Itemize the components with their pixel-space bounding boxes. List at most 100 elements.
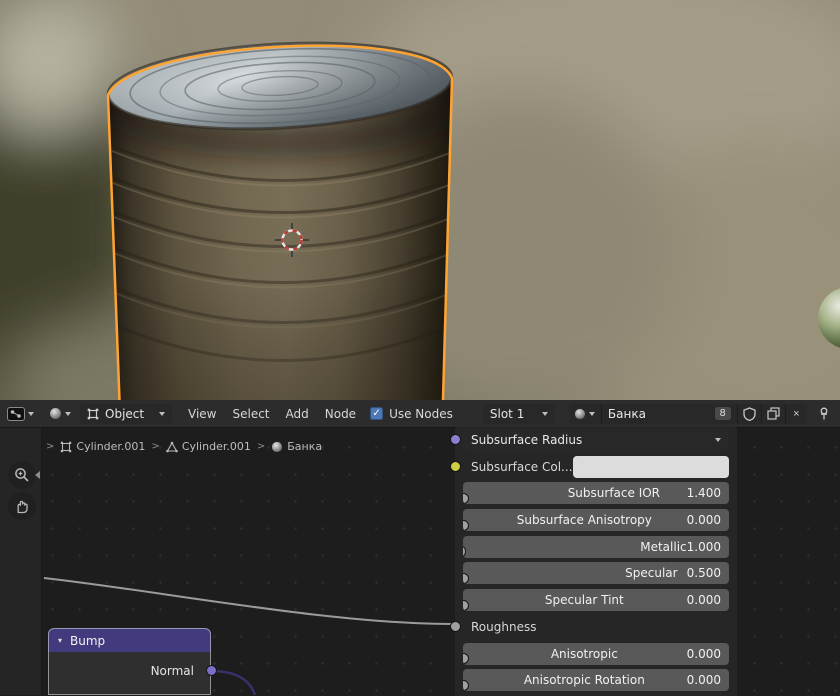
subsurface-color-label: Subsurface Col... xyxy=(463,460,573,474)
breadcrumb: > Cylinder.001 > Cylinder.001 > Банка xyxy=(46,440,322,453)
menu-select[interactable]: Select xyxy=(224,407,277,421)
socket-specular-tint[interactable] xyxy=(463,600,469,611)
socket-anisotropic[interactable] xyxy=(463,653,469,664)
slider-label: Metallic xyxy=(640,540,686,554)
slider-label: Specular Tint xyxy=(545,593,624,607)
slider-value: 0.000 xyxy=(687,673,721,687)
breadcrumb-mesh-label: Cylinder.001 xyxy=(182,440,251,453)
zoom-gizmo-button[interactable] xyxy=(8,461,36,489)
subsurface-radius-label: Subsurface Radius xyxy=(471,433,582,447)
socket-subsurface-anisotropy[interactable] xyxy=(463,520,469,531)
slider-specular-tint[interactable]: Specular Tint 0.000 xyxy=(463,589,729,611)
slider-specular[interactable]: Specular 0.500 xyxy=(463,562,729,584)
shader-node-editor[interactable]: > Cylinder.001 > Cylinder.001 > Банка xyxy=(0,428,840,695)
material-users-count[interactable]: 8 xyxy=(715,407,731,420)
bump-node-header[interactable]: ▾ Bump xyxy=(48,628,211,652)
object-mode-dropdown[interactable]: Object xyxy=(80,404,172,424)
wire-roughness xyxy=(44,578,451,624)
breadcrumb-separator: > xyxy=(151,441,159,452)
fake-user-button[interactable] xyxy=(737,404,761,424)
new-material-button[interactable] xyxy=(761,404,785,424)
hand-icon xyxy=(15,498,30,514)
material-sphere-icon xyxy=(574,408,586,420)
slider-anisotropic[interactable]: Anisotropic 0.000 xyxy=(463,643,729,665)
subsurface-radius-dropdown[interactable]: Subsurface Radius xyxy=(463,429,729,451)
pin-icon xyxy=(817,407,831,421)
check-icon: ✓ xyxy=(372,409,380,419)
use-nodes-label: Use Nodes xyxy=(389,407,453,421)
sphere-icon xyxy=(49,407,62,420)
collapse-icon[interactable]: ▾ xyxy=(58,636,62,645)
normal-output-row: Normal xyxy=(49,661,210,681)
viewport-scene xyxy=(0,0,840,400)
pin-button[interactable] xyxy=(817,407,831,421)
close-icon: × xyxy=(793,408,799,420)
bump-node[interactable]: ▾ Bump Normal xyxy=(48,628,211,695)
slider-metallic[interactable]: Metallic 1.000 xyxy=(463,536,729,558)
shader-editor-header: Object View Select Add Node ✓ Use Nodes … xyxy=(0,400,840,428)
breadcrumb-object-label: Cylinder.001 xyxy=(76,440,145,453)
editor-type-dropdown[interactable] xyxy=(7,407,34,421)
slider-subsurface-ior[interactable]: Subsurface IOR 1.400 xyxy=(463,482,729,504)
socket-subsurface-color[interactable] xyxy=(450,461,461,472)
slot-dropdown[interactable]: Slot 1 xyxy=(483,404,555,424)
shield-icon xyxy=(743,407,756,421)
slot-label: Slot 1 xyxy=(490,407,524,421)
subsurface-color-swatch[interactable] xyxy=(573,456,729,478)
slider-label: Anisotropic Rotation xyxy=(524,673,645,687)
chevron-down-icon xyxy=(589,412,595,416)
menu-add[interactable]: Add xyxy=(278,407,317,421)
object-icon xyxy=(60,441,72,453)
chevron-down-icon xyxy=(542,412,548,416)
chevron-down-icon xyxy=(715,438,721,442)
breadcrumb-material-label: Банка xyxy=(287,440,322,453)
socket-roughness[interactable] xyxy=(450,621,461,632)
slider-anisotropic-rotation[interactable]: Anisotropic Rotation 0.000 xyxy=(463,669,729,691)
material-selector: Банка 8 × xyxy=(569,404,807,424)
copy-icon xyxy=(767,407,780,420)
roughness-connected-input: Roughness xyxy=(463,616,729,638)
slider-label: Specular xyxy=(625,566,677,580)
wire-bump-normal xyxy=(211,671,255,695)
slider-subsurface-anisotropy[interactable]: Subsurface Anisotropy 0.000 xyxy=(463,509,729,531)
shader-editor-icon xyxy=(7,407,25,421)
socket-metallic[interactable] xyxy=(463,546,466,557)
bump-node-title: Bump xyxy=(70,634,105,648)
slider-value: 0.000 xyxy=(687,647,721,661)
region-collapse-icon[interactable] xyxy=(35,471,40,479)
unlink-material-button[interactable]: × xyxy=(785,404,807,424)
breadcrumb-separator: > xyxy=(257,441,265,452)
pan-gizmo-button[interactable] xyxy=(8,492,36,520)
slider-value: 1.000 xyxy=(687,540,721,554)
menu-view[interactable]: View xyxy=(180,407,224,421)
socket-subsurface-ior[interactable] xyxy=(463,493,469,504)
viewport-3d[interactable] xyxy=(0,0,840,400)
material-name: Банка xyxy=(608,407,709,421)
slider-value: 0.000 xyxy=(687,593,721,607)
socket-anisotropic-rotation[interactable] xyxy=(463,680,469,691)
object-icon xyxy=(87,408,99,420)
chevron-down-icon xyxy=(28,412,34,416)
slider-value: 0.500 xyxy=(687,566,721,580)
breadcrumb-material[interactable]: Банка xyxy=(271,440,322,453)
socket-specular[interactable] xyxy=(463,573,469,584)
socket-subsurface-radius[interactable] xyxy=(450,434,461,445)
checkbox-checked: ✓ xyxy=(370,407,383,420)
roughness-label: Roughness xyxy=(463,620,536,634)
slider-label: Anisotropic xyxy=(551,647,618,661)
shader-type-dropdown[interactable] xyxy=(49,407,71,420)
principled-bsdf-node[interactable]: Subsurface Radius Subsurface Col... Subs… xyxy=(455,427,737,696)
material-name-field[interactable]: Банка 8 xyxy=(601,404,737,424)
browse-material-button[interactable] xyxy=(569,404,601,424)
chevron-down-icon xyxy=(159,412,165,416)
header-menus: View Select Add Node xyxy=(180,407,364,421)
mesh-data-icon xyxy=(166,441,178,453)
slider-value: 0.000 xyxy=(687,513,721,527)
breadcrumb-object[interactable]: Cylinder.001 xyxy=(60,440,145,453)
socket-bump-normal-output[interactable] xyxy=(206,665,217,676)
menu-node[interactable]: Node xyxy=(317,407,364,421)
slider-value: 1.400 xyxy=(687,486,721,500)
breadcrumb-separator: > xyxy=(46,441,54,452)
breadcrumb-mesh-data[interactable]: Cylinder.001 xyxy=(166,440,251,453)
use-nodes-checkbox[interactable]: ✓ Use Nodes xyxy=(370,407,453,421)
